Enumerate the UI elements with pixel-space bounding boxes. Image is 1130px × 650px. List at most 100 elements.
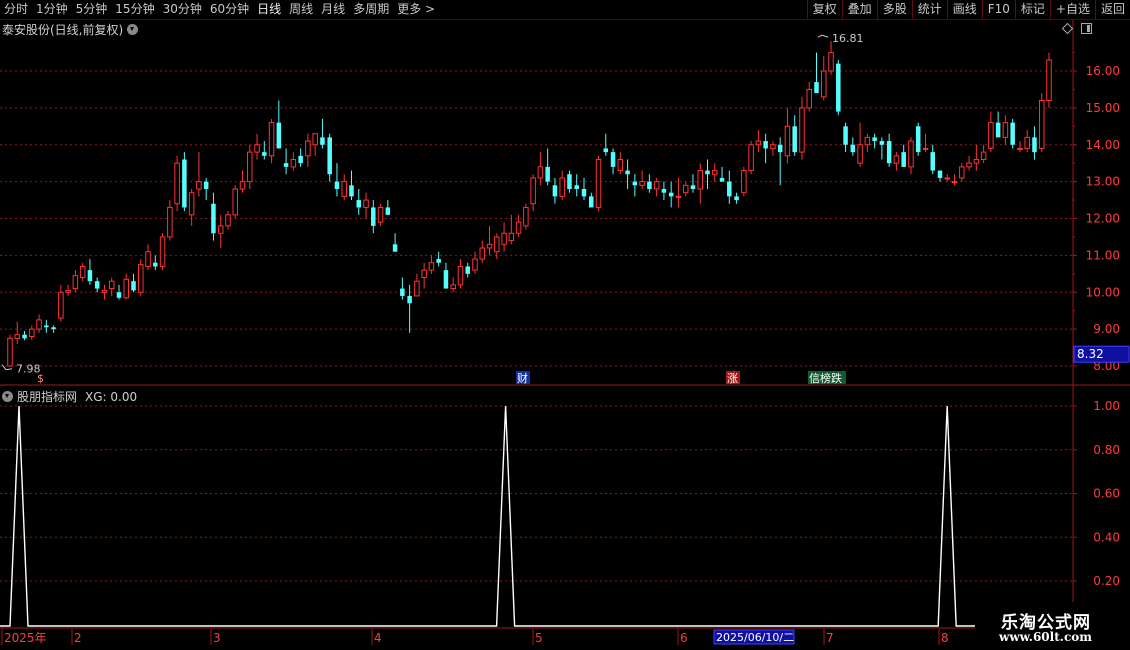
candle-body [421, 269, 427, 278]
candle-body [196, 181, 202, 190]
candle-body [312, 133, 318, 146]
candle-body [305, 140, 311, 157]
candle-body [51, 327, 56, 330]
tab-daily[interactable]: 日线 [253, 0, 285, 19]
candle-body [653, 181, 660, 190]
main-title-text: 泰安股份(日线,前复权) [2, 23, 124, 37]
chevron-down-icon[interactable] [2, 391, 13, 402]
date-tick-label: 8 [941, 631, 949, 645]
tab-multi-period[interactable]: 多周期 [349, 0, 393, 19]
candle-body [930, 152, 936, 171]
indicator-tick-label: 0.60 [1093, 487, 1120, 501]
diamond-icon[interactable] [1062, 23, 1073, 34]
candle-body [472, 258, 478, 271]
add-watchlist-button[interactable]: +自选 [1049, 0, 1095, 19]
event-marker: 信榜跌 [809, 371, 842, 385]
adjust-button[interactable]: 复权 [806, 0, 842, 19]
tab-weekly[interactable]: 周线 [285, 0, 317, 19]
tab-monthly[interactable]: 月线 [317, 0, 349, 19]
candle-body [712, 170, 718, 175]
candle-body [625, 170, 630, 175]
candle-body [407, 295, 412, 304]
overlay-button[interactable]: 叠加 [841, 0, 877, 19]
candle-body [36, 319, 42, 330]
tab-5min[interactable]: 5分钟 [72, 0, 112, 19]
price-tick-label: 15.00 [1086, 101, 1120, 115]
candle-body [58, 291, 64, 319]
candle-body [668, 192, 674, 197]
candle-body [334, 181, 340, 189]
tab-fenshi[interactable]: 分时 [0, 0, 32, 19]
candle-body [182, 159, 187, 208]
indicator-tick-label: 1.00 [1093, 399, 1120, 413]
candle-body [966, 162, 972, 168]
candle-body [973, 159, 980, 164]
candle-body [1017, 147, 1023, 150]
panel-toggle-icon[interactable] [1081, 23, 1092, 34]
tab-more[interactable]: 更多 > [393, 0, 439, 19]
candle-body [356, 200, 362, 208]
candle-body [341, 181, 347, 197]
tab-60min[interactable]: 60分钟 [206, 0, 253, 19]
candle-body [814, 82, 819, 94]
current-price-label: 8.32 [1077, 347, 1104, 361]
candle-body [1038, 100, 1045, 149]
back-button[interactable]: 返回 [1094, 0, 1130, 19]
tab-30min[interactable]: 30分钟 [159, 0, 206, 19]
price-tick-label: 10.00 [1086, 285, 1120, 299]
chart-canvas[interactable]: 16.00 15.00 14.00 13.00 12.00 11.00 10.00 9.00 8… [0, 0, 1130, 650]
tab-15min[interactable]: 15分钟 [111, 0, 158, 19]
candle-body [647, 181, 652, 189]
candle-body [65, 289, 71, 293]
date-tick-label: 7 [826, 631, 834, 645]
draw-line-button[interactable]: 画线 [946, 0, 982, 19]
candle-body [705, 170, 710, 175]
candle-body [108, 280, 115, 290]
price-tick-label: 16.00 [1086, 64, 1120, 78]
pane-icons [1062, 23, 1092, 34]
candle-body [915, 126, 921, 153]
candle-body [1046, 59, 1052, 101]
candle-body [589, 196, 594, 208]
candle-body [574, 185, 579, 189]
stats-button[interactable]: 统计 [911, 0, 947, 19]
candle-body [436, 259, 441, 263]
candle-body [262, 152, 267, 156]
chevron-down-icon[interactable] [127, 24, 139, 35]
candle-body [123, 278, 130, 299]
candle-body [486, 243, 493, 249]
candle-body [675, 195, 682, 198]
candle-body [153, 262, 158, 267]
candle-body [755, 140, 762, 146]
candle-body [661, 189, 667, 193]
date-tick-label: 6 [680, 631, 688, 645]
f10-button[interactable]: F10 [981, 0, 1015, 19]
indicator-tick-label: 0.40 [1093, 530, 1120, 544]
candle-body [515, 221, 522, 234]
candle-body [44, 325, 49, 328]
price-tick-label: 12.00 [1086, 212, 1120, 226]
date-tick-label: 2025年 [4, 631, 47, 645]
candle-body [944, 177, 951, 180]
candle-body [988, 122, 994, 149]
candle-body [1002, 122, 1009, 138]
max-pointer [817, 34, 829, 38]
price-tick-label: 9.00 [1093, 322, 1120, 336]
indicator-tick-label: 0.80 [1093, 443, 1120, 457]
candle-body [959, 166, 965, 179]
multi-stock-button[interactable]: 多股 [876, 0, 912, 19]
mark-button[interactable]: 标记 [1014, 0, 1050, 19]
candle-body [479, 247, 486, 260]
candle-body [232, 188, 238, 216]
candle-body [922, 147, 929, 150]
tab-1min[interactable]: 1分钟 [32, 0, 72, 19]
watermark: 乐淘公式网 www.60lt.com [975, 602, 1130, 650]
candle-body [682, 184, 689, 194]
candle-body [806, 88, 812, 109]
candle-body [298, 155, 303, 164]
indicator-name: 股朋指标网 [17, 390, 78, 404]
candle-body [734, 196, 739, 201]
candle-body [14, 334, 21, 339]
candle-body [501, 232, 507, 245]
candle-body [508, 232, 515, 242]
